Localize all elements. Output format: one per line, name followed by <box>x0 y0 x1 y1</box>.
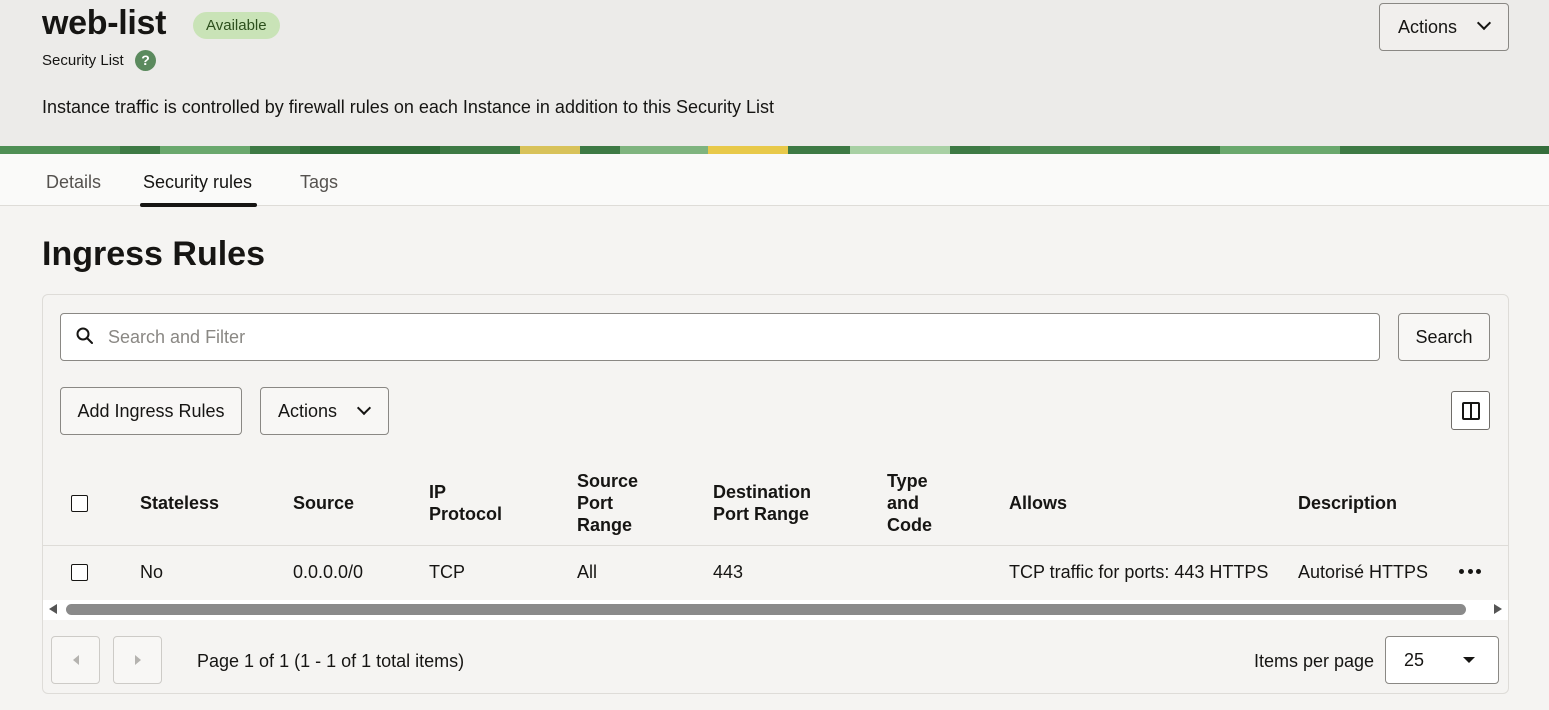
tab-bar: Details Security rules Tags <box>0 154 1549 207</box>
column-header-source-port-range: Source Port Range <box>577 471 639 535</box>
help-icon[interactable]: ? <box>135 50 156 71</box>
tab-details[interactable]: Details <box>46 172 101 193</box>
row-more-actions-icon[interactable] <box>1459 569 1481 575</box>
column-header-description: Description <box>1298 493 1398 513</box>
search-input[interactable] <box>108 314 1368 360</box>
cell-allows: TCP traffic for ports: 443 HTTPS <box>1009 562 1269 582</box>
column-toggle-icon[interactable] <box>1451 391 1490 430</box>
tab-security-rules[interactable]: Security rules <box>143 172 252 193</box>
next-page-button[interactable] <box>113 636 162 684</box>
cell-source: 0.0.0.0/0 <box>293 562 364 582</box>
caret-right-icon <box>135 655 141 665</box>
table-actions-button[interactable]: Actions <box>260 387 389 435</box>
status-badge: Available <box>193 12 280 39</box>
decorative-banner <box>0 146 1549 154</box>
page-title: web-list <box>42 4 167 42</box>
chevron-down-icon <box>356 400 372 416</box>
resource-type-label: Security List <box>42 52 124 69</box>
active-tab-indicator <box>140 203 257 207</box>
scrollbar-thumb[interactable] <box>66 604 1466 615</box>
header-actions-label: Actions <box>1398 16 1458 37</box>
column-header-type-and-code: Type and Code <box>887 471 932 535</box>
scroll-left-icon[interactable] <box>49 604 57 614</box>
row-checkbox[interactable] <box>71 564 88 581</box>
scroll-right-icon[interactable] <box>1494 604 1502 614</box>
table-actions-label: Actions <box>278 400 338 421</box>
info-text: Instance traffic is controlled by firewa… <box>42 97 775 117</box>
items-per-page-label: Items per page <box>1254 651 1375 671</box>
page-info: Page 1 of 1 (1 - 1 of 1 total items) <box>197 651 465 671</box>
cell-stateless: No <box>140 562 164 582</box>
column-header-source: Source <box>293 493 355 513</box>
cell-source-port-range: All <box>577 562 598 582</box>
column-header-allows: Allows <box>1009 493 1068 513</box>
select-all-checkbox[interactable] <box>71 495 88 512</box>
caret-left-icon <box>73 655 79 665</box>
cell-destination-port-range: 443 <box>713 562 744 582</box>
tab-tags[interactable]: Tags <box>300 172 338 193</box>
search-button[interactable]: Search <box>1398 313 1490 361</box>
column-header-stateless: Stateless <box>140 493 220 513</box>
items-per-page-select[interactable]: 25 <box>1385 636 1499 684</box>
cell-description: Autorisé HTTPS <box>1298 562 1429 582</box>
section-title: Ingress Rules <box>42 235 265 273</box>
chevron-down-icon <box>1476 15 1492 31</box>
column-header-destination-port-range: Destination Port Range <box>713 482 812 524</box>
page-header: web-list Available Security List ? Insta… <box>0 0 1549 146</box>
add-ingress-rules-button[interactable]: Add Ingress Rules <box>60 387 242 435</box>
header-divider <box>43 545 1508 546</box>
column-header-ip-protocol: IP Protocol <box>429 482 503 524</box>
search-icon <box>76 327 93 344</box>
previous-page-button[interactable] <box>51 636 100 684</box>
header-actions-button[interactable]: Actions <box>1379 3 1509 51</box>
caret-down-icon <box>1463 657 1475 663</box>
cell-ip-protocol: TCP <box>429 562 465 582</box>
